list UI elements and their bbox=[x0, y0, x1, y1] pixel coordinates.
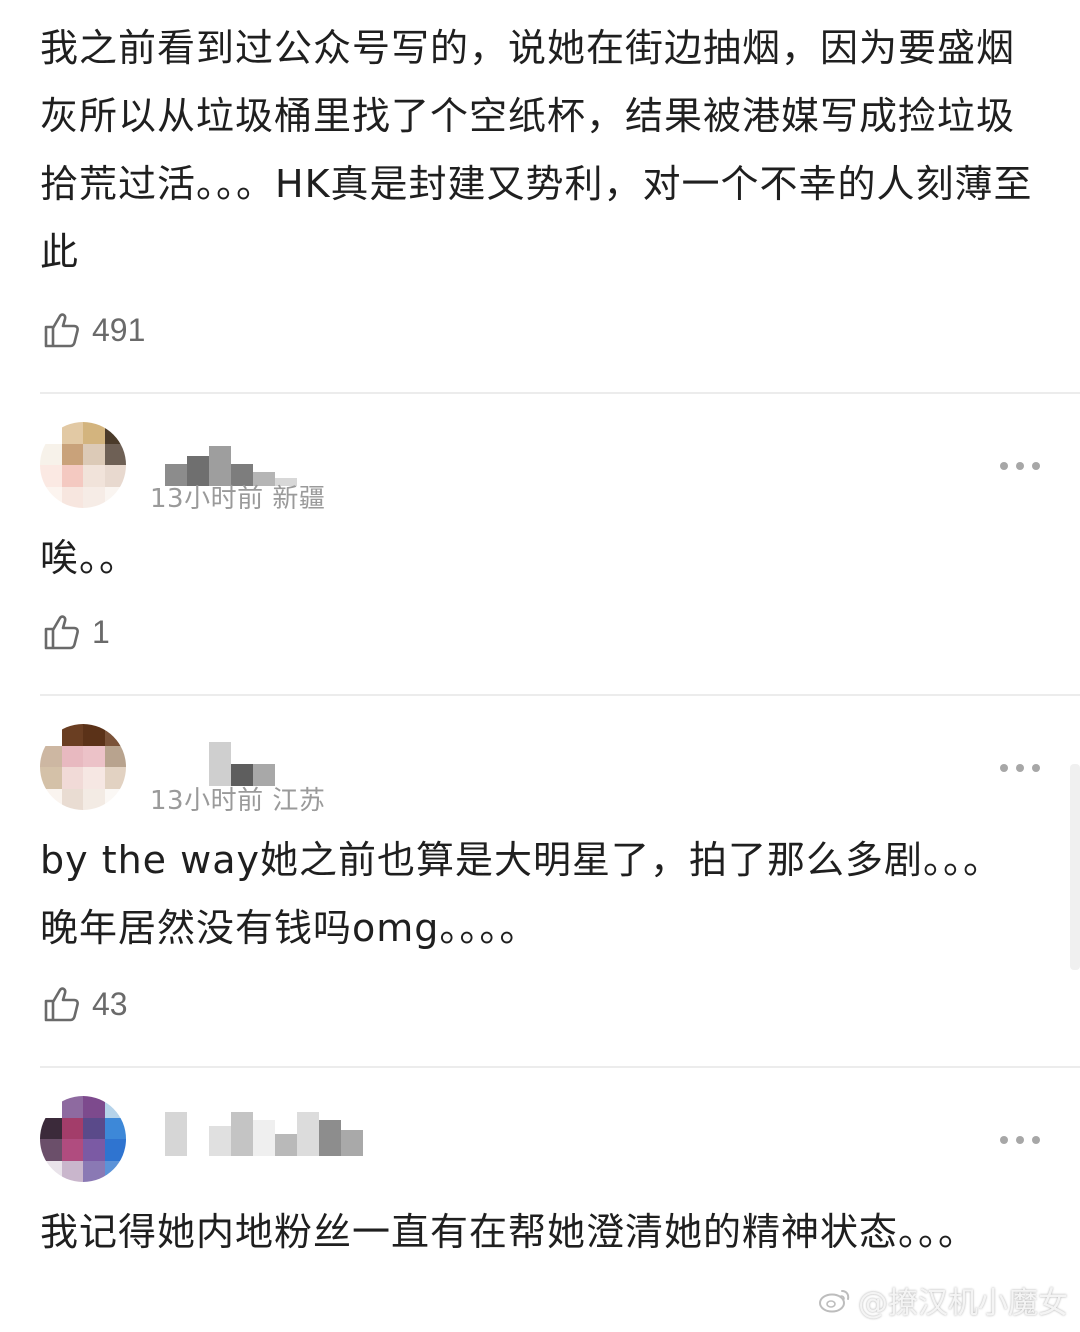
comment-text: 唉。。 bbox=[40, 536, 139, 580]
more-dots-icon bbox=[1000, 462, 1008, 470]
comment-text: by the way她之前也算是大明星了，拍了那么多剧。。。晚年居然没有钱吗om… bbox=[40, 838, 1002, 950]
comment-meta: 13小时前 新疆 bbox=[150, 484, 326, 514]
watermark: @撩汉机小魔女 bbox=[818, 1278, 1068, 1322]
thumbs-up-icon bbox=[44, 615, 79, 650]
thumbs-up-icon bbox=[44, 313, 79, 348]
more-button[interactable] bbox=[1000, 456, 1040, 476]
avatar[interactable] bbox=[40, 724, 126, 810]
like-count: 1 bbox=[92, 613, 110, 650]
divider bbox=[40, 392, 1080, 394]
divider bbox=[40, 1066, 1080, 1068]
like-count: 43 bbox=[92, 985, 128, 1022]
comment-text: 我之前看到过公众号写的，说她在街边抽烟，因为要盛烟灰所以从垃圾桶里找了个空纸杯，… bbox=[40, 26, 1033, 274]
username-mosaic[interactable] bbox=[165, 1110, 363, 1156]
more-button[interactable] bbox=[1000, 758, 1040, 778]
avatar[interactable] bbox=[40, 1096, 126, 1182]
like-button[interactable]: 491 bbox=[42, 308, 145, 352]
weibo-logo-icon bbox=[819, 1290, 850, 1313]
watermark-text: @撩汉机小魔女 bbox=[858, 1286, 1068, 1321]
like-button[interactable]: 1 bbox=[42, 610, 110, 654]
more-button[interactable] bbox=[1000, 1130, 1040, 1150]
more-dots-icon bbox=[1000, 764, 1008, 772]
divider bbox=[40, 694, 1080, 696]
avatar[interactable] bbox=[40, 422, 126, 508]
more-dots-icon bbox=[1000, 1136, 1008, 1144]
scrollbar[interactable] bbox=[1070, 764, 1080, 970]
comment-meta: 13小时前 江苏 bbox=[150, 786, 326, 816]
comment-text: 我记得她内地粉丝一直有在帮她澄清她的精神状态。。。 bbox=[40, 1210, 978, 1254]
like-count: 491 bbox=[92, 311, 146, 348]
like-button[interactable]: 43 bbox=[42, 982, 128, 1026]
thumbs-up-icon bbox=[44, 987, 79, 1022]
